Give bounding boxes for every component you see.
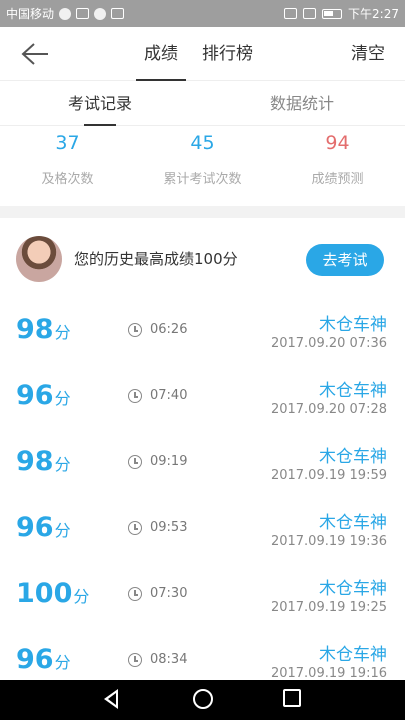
stat-label: 累计考试次数 bbox=[163, 172, 242, 187]
clock-icon bbox=[128, 587, 142, 601]
nav-recent-apps-icon[interactable] bbox=[283, 689, 301, 707]
score-value: 96 bbox=[16, 512, 54, 543]
record-date: 2017.09.19 19:59 bbox=[270, 468, 387, 483]
weather-icon bbox=[59, 7, 72, 20]
system-nav-bar bbox=[0, 680, 405, 720]
nav-home-icon[interactable] bbox=[193, 689, 213, 709]
record-score: 100分 bbox=[16, 578, 89, 609]
nav-back-icon-inner bbox=[108, 693, 116, 705]
header-tabs: 成绩 排行榜 bbox=[132, 27, 265, 81]
record-date: 2017.09.19 19:36 bbox=[270, 534, 387, 549]
sub-tabs: 考试记录 数据统计 bbox=[0, 81, 405, 126]
clock-icon bbox=[128, 653, 142, 667]
record-user-name: 木仓车神 bbox=[319, 381, 387, 401]
clock-icon bbox=[128, 455, 142, 469]
record-date: 2017.09.20 07:36 bbox=[270, 336, 387, 351]
list-item[interactable]: 98分 06:26 木仓车神 2017.09.20 07:36 bbox=[0, 300, 405, 366]
score-unit: 分 bbox=[54, 653, 71, 672]
app-notification-icon bbox=[94, 7, 107, 20]
back-arrow-icon[interactable] bbox=[20, 41, 50, 67]
status-bar: 中国移动 下午2:27 bbox=[0, 0, 405, 27]
list-item[interactable]: 96分 09:53 木仓车神 2017.09.19 19:36 bbox=[0, 498, 405, 564]
record-score: 96分 bbox=[16, 380, 71, 411]
record-score: 98分 bbox=[16, 446, 71, 477]
record-user-name: 木仓车神 bbox=[319, 645, 387, 665]
record-duration: 09:53 bbox=[150, 520, 188, 535]
signal-icon bbox=[303, 8, 317, 19]
stat-value: 37 bbox=[55, 132, 80, 154]
battery-icon bbox=[322, 8, 343, 19]
record-date: 2017.09.19 19:16 bbox=[270, 666, 387, 681]
tab-exam-records[interactable]: 考试记录 bbox=[68, 81, 132, 126]
record-score: 98分 bbox=[16, 314, 71, 345]
carrier-label: 中国移动 bbox=[6, 7, 55, 21]
clock-icon bbox=[128, 323, 142, 337]
records-list: 98分 06:26 木仓车神 2017.09.20 07:36 96分 07:4… bbox=[0, 300, 405, 696]
list-item[interactable]: 96分 07:40 木仓车神 2017.09.20 07:28 bbox=[0, 366, 405, 432]
stat-label: 及格次数 bbox=[41, 172, 94, 187]
score-value: 96 bbox=[16, 644, 54, 675]
score-value: 98 bbox=[16, 446, 54, 477]
score-unit: 分 bbox=[54, 521, 71, 540]
notification-icon bbox=[76, 8, 90, 19]
go-exam-button[interactable]: 去考试 bbox=[306, 244, 384, 276]
record-duration: 08:34 bbox=[150, 652, 188, 667]
list-item[interactable]: 100分 07:30 木仓车神 2017.09.19 19:25 bbox=[0, 564, 405, 630]
stats-summary: 37 及格次数 45 累计考试次数 94 成绩预测 bbox=[0, 128, 405, 206]
score-unit: 分 bbox=[73, 587, 90, 606]
record-duration: 07:30 bbox=[150, 586, 188, 601]
score-unit: 分 bbox=[54, 323, 71, 342]
record-user-name: 木仓车神 bbox=[319, 447, 387, 467]
stat-value: 45 bbox=[190, 132, 215, 154]
stat-pass-count: 37 及格次数 bbox=[0, 128, 135, 206]
record-duration: 06:26 bbox=[150, 322, 188, 337]
avatar bbox=[16, 236, 62, 282]
record-user-name: 木仓车神 bbox=[319, 579, 387, 599]
record-score: 96分 bbox=[16, 644, 71, 675]
record-user-name: 木仓车神 bbox=[319, 315, 387, 335]
tab-ranking[interactable]: 排行榜 bbox=[190, 27, 265, 81]
record-duration: 07:40 bbox=[150, 388, 188, 403]
record-score: 96分 bbox=[16, 512, 71, 543]
tab-scores[interactable]: 成绩 bbox=[132, 27, 190, 81]
stat-value: 94 bbox=[325, 132, 350, 154]
clock-icon bbox=[128, 521, 142, 535]
image-notification-icon bbox=[111, 8, 125, 19]
clear-button[interactable]: 清空 bbox=[351, 27, 385, 81]
tab-data-stats[interactable]: 数据统计 bbox=[270, 81, 334, 126]
score-value: 100 bbox=[16, 578, 73, 609]
best-score-row: 您的历史最高成绩100分 去考试 bbox=[0, 232, 405, 288]
status-time: 下午2:27 bbox=[348, 7, 399, 21]
header-bar: 成绩 排行榜 清空 bbox=[0, 27, 405, 81]
record-date: 2017.09.20 07:28 bbox=[270, 402, 387, 417]
score-value: 98 bbox=[16, 314, 54, 345]
section-divider bbox=[0, 206, 405, 218]
stat-total-exams: 45 累计考试次数 bbox=[135, 128, 270, 206]
best-score-text: 您的历史最高成绩100分 bbox=[74, 250, 238, 268]
stat-score-prediction: 94 成绩预测 bbox=[270, 128, 405, 206]
list-item[interactable]: 98分 09:19 木仓车神 2017.09.19 19:59 bbox=[0, 432, 405, 498]
record-duration: 09:19 bbox=[150, 454, 188, 469]
record-user-name: 木仓车神 bbox=[319, 513, 387, 533]
record-date: 2017.09.19 19:25 bbox=[270, 600, 387, 615]
clock-icon bbox=[128, 389, 142, 403]
score-value: 96 bbox=[16, 380, 54, 411]
score-unit: 分 bbox=[54, 455, 71, 474]
wifi-icon bbox=[284, 8, 298, 19]
score-unit: 分 bbox=[54, 389, 71, 408]
stat-label: 成绩预测 bbox=[311, 172, 364, 187]
